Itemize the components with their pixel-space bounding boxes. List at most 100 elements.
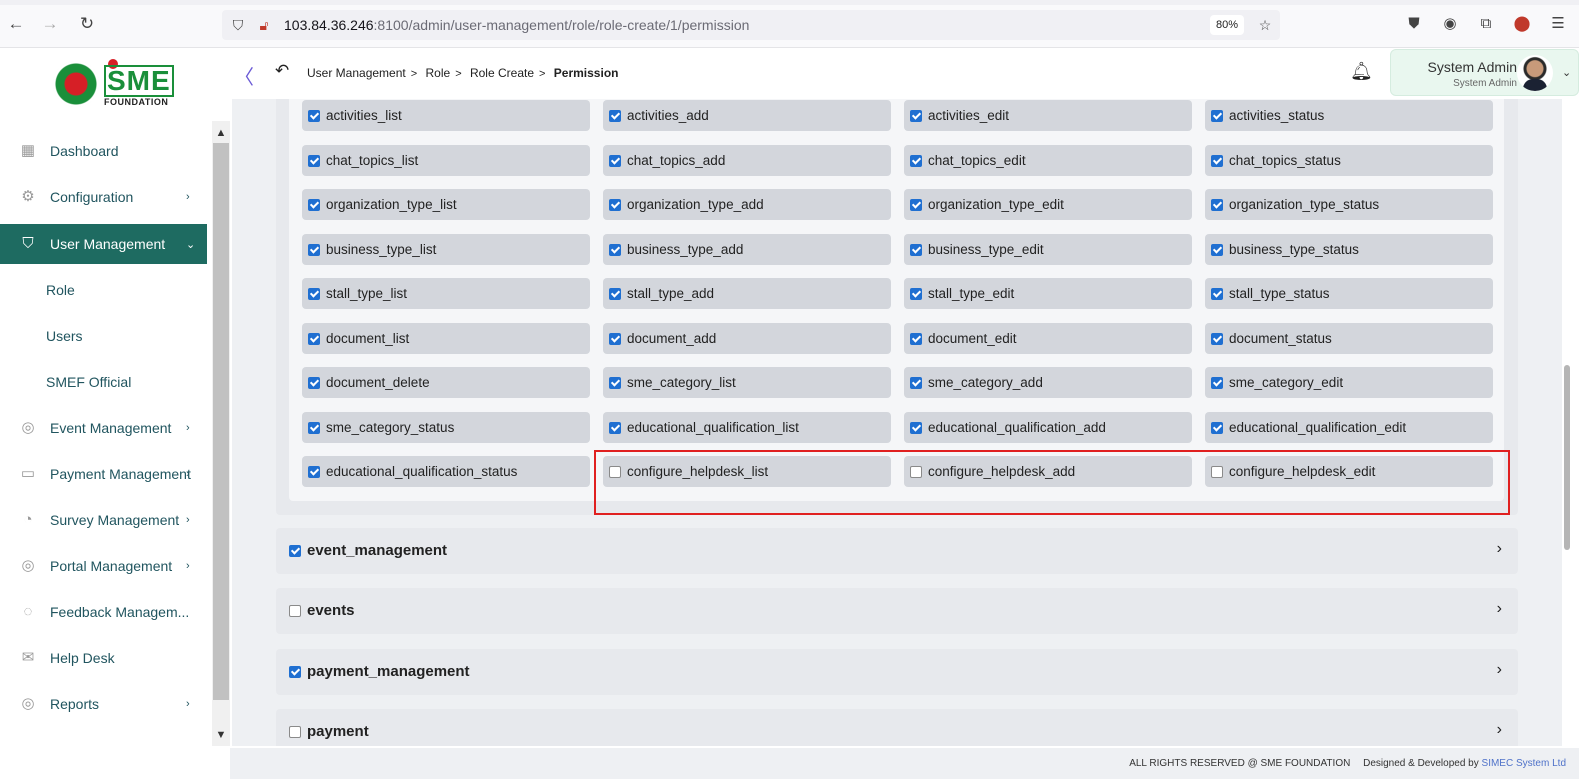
- permission-item[interactable]: stall_type_edit: [904, 278, 1192, 309]
- permission-checkbox[interactable]: [308, 288, 320, 300]
- scroll-up-icon[interactable]: ▲: [212, 124, 230, 142]
- permission-checkbox[interactable]: [308, 333, 320, 345]
- permission-item[interactable]: activities_status: [1205, 100, 1493, 131]
- permission-checkbox[interactable]: [1211, 110, 1223, 122]
- breadcrumb-item[interactable]: User Management: [307, 66, 406, 80]
- logo[interactable]: SME FOUNDATION: [0, 49, 215, 121]
- permission-checkbox[interactable]: [1211, 244, 1223, 256]
- account-icon[interactable]: ◉: [1440, 14, 1460, 34]
- scroll-down-icon[interactable]: ▼: [212, 726, 230, 744]
- menu-icon[interactable]: ☰: [1548, 14, 1568, 34]
- sidebar-item-reports[interactable]: ◎ Reports ›: [0, 684, 207, 724]
- permission-item[interactable]: stall_type_status: [1205, 278, 1493, 309]
- sidebar-item-event-management[interactable]: ◎ Event Management ›: [0, 408, 207, 448]
- permission-item[interactable]: stall_type_add: [603, 278, 891, 309]
- permission-checkbox[interactable]: [609, 333, 621, 345]
- permission-checkbox[interactable]: [308, 244, 320, 256]
- user-menu[interactable]: System Admin System Admin ⌄: [1390, 49, 1579, 96]
- permission-item[interactable]: business_type_add: [603, 234, 891, 265]
- section-checkbox[interactable]: [289, 605, 301, 617]
- permission-item[interactable]: sme_category_add: [904, 367, 1192, 398]
- permission-checkbox[interactable]: [609, 377, 621, 389]
- sidebar-subitem-role[interactable]: Role: [46, 282, 75, 298]
- permission-item[interactable]: document_edit: [904, 323, 1192, 354]
- permission-item[interactable]: chat_topics_list: [302, 145, 590, 176]
- section-checkbox[interactable]: [289, 726, 301, 738]
- sidebar-scroll-thumb[interactable]: [213, 143, 229, 700]
- permission-item[interactable]: activities_add: [603, 100, 891, 131]
- sidebar-item-dashboard[interactable]: ▦ Dashboard: [0, 131, 207, 171]
- permission-checkbox[interactable]: [910, 199, 922, 211]
- url-text[interactable]: 103.84.36.246:8100/admin/user-management…: [284, 17, 749, 33]
- permission-checkbox[interactable]: [910, 333, 922, 345]
- insecure-lock-icon[interactable]: 🔓︎: [255, 16, 273, 34]
- permission-checkbox[interactable]: [1211, 199, 1223, 211]
- chevron-right-icon[interactable]: ›: [1497, 661, 1502, 679]
- permission-checkbox[interactable]: [308, 422, 320, 434]
- permission-checkbox[interactable]: [910, 288, 922, 300]
- permission-item[interactable]: chat_topics_edit: [904, 145, 1192, 176]
- permission-checkbox[interactable]: [910, 422, 922, 434]
- permission-checkbox[interactable]: [1211, 333, 1223, 345]
- section-checkbox[interactable]: [289, 666, 301, 678]
- sidebar-item-survey-management[interactable]: ◔ Survey Management ›: [0, 500, 207, 540]
- permission-item[interactable]: sme_category_list: [603, 367, 891, 398]
- permission-item[interactable]: chat_topics_add: [603, 145, 891, 176]
- permission-item[interactable]: activities_edit: [904, 100, 1192, 131]
- permission-checkbox[interactable]: [910, 155, 922, 167]
- permission-item[interactable]: document_status: [1205, 323, 1493, 354]
- permission-item[interactable]: document_delete: [302, 367, 590, 398]
- permission-item[interactable]: educational_qualification_edit: [1205, 412, 1493, 443]
- bookmark-star-icon[interactable]: ☆: [1256, 16, 1274, 34]
- permission-item[interactable]: activities_list: [302, 100, 590, 131]
- permission-checkbox[interactable]: [609, 244, 621, 256]
- permission-item[interactable]: educational_qualification_add: [904, 412, 1192, 443]
- sidebar-item-payment-management[interactable]: ▭ Payment Management ›: [0, 454, 207, 494]
- sidebar-item-feedback-management[interactable]: ◌ Feedback Managem...: [0, 592, 207, 632]
- permission-item[interactable]: business_type_edit: [904, 234, 1192, 265]
- chevron-right-icon[interactable]: ›: [1497, 540, 1502, 558]
- address-bar[interactable]: ⛉ 🔓︎ 103.84.36.246:8100/admin/user-manag…: [222, 10, 1280, 40]
- permission-item[interactable]: chat_topics_status: [1205, 145, 1493, 176]
- permission-checkbox[interactable]: [308, 155, 320, 167]
- sidebar-item-configuration[interactable]: ⚙ Configuration ›: [0, 177, 207, 217]
- permission-item[interactable]: educational_qualification_status: [302, 456, 590, 487]
- sidebar-subitem-smef-official[interactable]: SMEF Official: [46, 374, 131, 390]
- permission-item[interactable]: document_add: [603, 323, 891, 354]
- permission-item[interactable]: organization_type_edit: [904, 189, 1192, 220]
- reload-icon[interactable]: ↻: [77, 14, 97, 34]
- forward-arrow-icon[interactable]: →: [40, 14, 60, 34]
- permission-checkbox[interactable]: [308, 199, 320, 211]
- section-event-management[interactable]: event_management ›: [276, 528, 1518, 574]
- permission-item[interactable]: document_list: [302, 323, 590, 354]
- permission-checkbox[interactable]: [609, 110, 621, 122]
- chevron-right-icon[interactable]: ›: [1497, 600, 1502, 618]
- section-events[interactable]: events ›: [276, 588, 1518, 634]
- permission-item[interactable]: organization_type_list: [302, 189, 590, 220]
- permission-checkbox[interactable]: [1211, 288, 1223, 300]
- permission-checkbox[interactable]: [609, 199, 621, 211]
- permission-checkbox[interactable]: [609, 288, 621, 300]
- collapse-sidebar-icon[interactable]: 〈: [234, 61, 254, 90]
- permission-checkbox[interactable]: [910, 110, 922, 122]
- section-payment-management[interactable]: payment_management ›: [276, 649, 1518, 695]
- section-checkbox[interactable]: [289, 545, 301, 557]
- bell-icon[interactable]: 🔔︎: [1350, 61, 1373, 82]
- permission-item[interactable]: stall_type_list: [302, 278, 590, 309]
- permission-item[interactable]: organization_type_status: [1205, 189, 1493, 220]
- back-arrow-icon[interactable]: ←: [6, 14, 26, 34]
- extensions-icon[interactable]: ⧉: [1476, 14, 1496, 34]
- permission-checkbox[interactable]: [1211, 155, 1223, 167]
- permission-checkbox[interactable]: [609, 155, 621, 167]
- section-payment[interactable]: payment ›: [276, 709, 1518, 746]
- footer-company-link[interactable]: SIMEC System Ltd: [1482, 758, 1566, 769]
- permission-checkbox[interactable]: [308, 377, 320, 389]
- pocket-icon[interactable]: ⛊: [1404, 14, 1424, 34]
- zoom-level[interactable]: 80%: [1209, 15, 1244, 35]
- permission-checkbox[interactable]: [609, 422, 621, 434]
- main-scroll-thumb[interactable]: [1564, 365, 1570, 550]
- permission-item[interactable]: sme_category_edit: [1205, 367, 1493, 398]
- shield-icon[interactable]: ⛉: [229, 16, 247, 34]
- permission-item[interactable]: sme_category_status: [302, 412, 590, 443]
- permission-item[interactable]: business_type_list: [302, 234, 590, 265]
